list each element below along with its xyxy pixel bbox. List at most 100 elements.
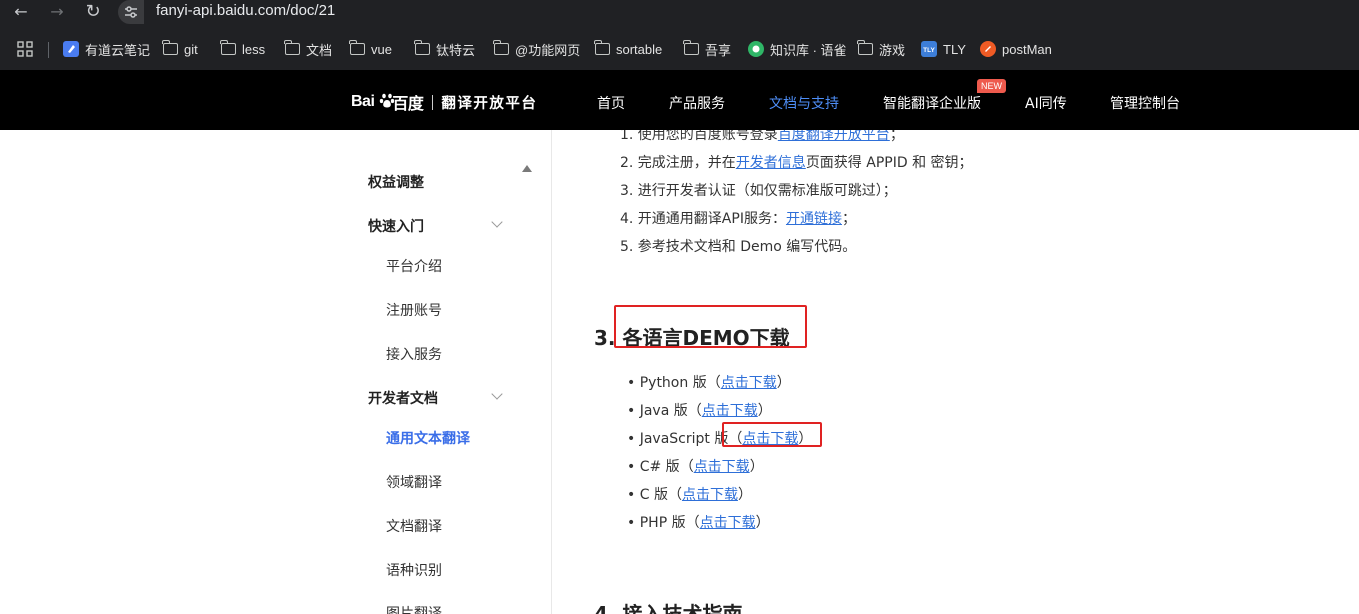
nav-enterprise[interactable]: 智能翻译企业版: [883, 93, 981, 113]
bookmark-tly[interactable]: TLY TLY: [921, 40, 966, 58]
download-link-java[interactable]: 点击下载: [702, 403, 758, 419]
bookmark-label: 钛特云: [436, 42, 476, 58]
download-link-php[interactable]: 点击下载: [700, 515, 756, 531]
demo-lang: PHP 版: [639, 515, 686, 531]
platform-title: 翻译开放平台: [441, 95, 538, 112]
demo-python: • Python 版（点击下载）: [627, 372, 791, 392]
bookmarks-separator: [48, 42, 49, 58]
paren: （: [685, 515, 700, 531]
highlight-box-heading: [614, 305, 807, 348]
bookmark-postman[interactable]: postMan: [980, 40, 1052, 58]
svg-text:TLY: TLY: [923, 47, 935, 54]
bookmark-git[interactable]: git: [162, 40, 198, 58]
folder-icon: [414, 40, 430, 55]
step-text: 5. 参考技术文档和 Demo 编写代码。: [620, 239, 857, 255]
bookmark-games[interactable]: 游戏: [857, 40, 906, 58]
sidebar-item-rights[interactable]: 权益调整: [368, 172, 424, 192]
paren: ）: [757, 403, 772, 419]
developer-info-link[interactable]: 开发者信息: [736, 155, 806, 171]
section-4-heading: 4. 接入技术指南: [594, 602, 743, 614]
paren: （: [679, 459, 694, 475]
folder-icon: [162, 40, 178, 55]
new-badge: NEW: [977, 79, 1006, 93]
nav-home[interactable]: 首页: [597, 93, 625, 113]
bookmark-wuxiang[interactable]: 吾享: [683, 40, 731, 58]
paren: （: [667, 487, 682, 503]
step-2: 2. 完成注册，并在开发者信息页面获得 APPID 和 密钥；: [620, 152, 973, 172]
logo-bai-text: Bai: [351, 93, 375, 110]
bookmark-label: less: [242, 41, 266, 57]
sidebar-item-language-detection[interactable]: 语种识别: [386, 560, 442, 580]
bookmark-taiteyun[interactable]: 钛特云: [414, 40, 476, 58]
address-bar[interactable]: fanyi-api.baidu.com/doc/21: [156, 2, 335, 19]
download-link-c[interactable]: 点击下载: [682, 487, 738, 503]
sidebar-item-platform-intro[interactable]: 平台介绍: [386, 256, 442, 276]
bookmark-vue[interactable]: vue: [349, 40, 392, 58]
bookmark-label: 有道云笔记: [85, 42, 151, 58]
nav-docs-support[interactable]: 文档与支持: [769, 93, 839, 113]
bookmark-feature-pages[interactable]: @功能网页: [493, 40, 581, 58]
bookmark-label: 文档: [306, 42, 333, 58]
back-arrow-icon[interactable]: ←: [12, 3, 30, 21]
yuque-icon: [748, 41, 764, 57]
nav-console[interactable]: 管理控制台: [1110, 93, 1180, 113]
baidu-logo[interactable]: Bai 百度 翻译开放平台: [351, 91, 537, 113]
sidebar-item-access-service[interactable]: 接入服务: [386, 344, 442, 364]
sidebar-item-image-translation[interactable]: 图片翻译: [386, 603, 442, 614]
paren: ）: [776, 375, 791, 391]
folder-icon: [284, 40, 300, 55]
section-number: 3.: [594, 326, 616, 350]
folder-icon: [349, 40, 365, 55]
activate-link[interactable]: 开通链接: [786, 211, 842, 227]
sidebar-item-text-translation[interactable]: 通用文本翻译: [386, 428, 470, 448]
paren: （: [706, 375, 721, 391]
step-5: 5. 参考技术文档和 Demo 编写代码。: [620, 236, 856, 256]
step-4: 4. 开通通用翻译API服务：开通链接；: [620, 208, 856, 228]
paren: ）: [755, 515, 770, 531]
folder-icon: [594, 40, 610, 55]
bookmark-label: git: [184, 41, 198, 57]
sidebar-item-register[interactable]: 注册账号: [386, 300, 442, 320]
sidebar-item-quickstart[interactable]: 快速入门: [368, 216, 424, 236]
nav-products[interactable]: 产品服务: [669, 93, 725, 113]
nav-ai-interpretation[interactable]: AI同传: [1025, 93, 1067, 113]
demo-lang: Java 版: [639, 403, 688, 419]
sidebar-item-doc-translation[interactable]: 文档翻译: [386, 516, 442, 536]
bookmark-label: @功能网页: [515, 42, 581, 58]
demo-csharp: • C# 版（点击下载）: [627, 456, 764, 476]
bookmark-docs[interactable]: 文档: [284, 40, 333, 58]
bookmark-label: TLY: [943, 41, 966, 57]
site-settings-icon[interactable]: [118, 0, 144, 24]
bookmark-youdao[interactable]: 有道云笔记: [63, 40, 150, 58]
reload-icon[interactable]: ↻: [84, 3, 102, 21]
step-3: 3. 进行开发者认证（如仅需标准版可跳过）；: [620, 180, 897, 200]
sidebar-item-domain-translation[interactable]: 领域翻译: [386, 472, 442, 492]
download-link-csharp[interactable]: 点击下载: [694, 459, 750, 475]
paren: （: [687, 403, 702, 419]
logo-divider: [432, 94, 434, 110]
sidebar-item-dev-docs[interactable]: 开发者文档: [368, 388, 438, 408]
paren: ）: [737, 487, 752, 503]
folder-icon: [683, 40, 699, 55]
forward-arrow-icon[interactable]: →: [48, 3, 66, 21]
bookmark-sortable[interactable]: sortable: [594, 40, 662, 58]
doc-sidebar: [351, 130, 552, 614]
bookmark-label: postMan: [1002, 41, 1052, 57]
bookmark-yuque[interactable]: 知识库 · 语雀: [748, 40, 847, 58]
bookmark-label: 游戏: [879, 42, 906, 58]
bullet: •: [627, 487, 636, 503]
download-link-python[interactable]: 点击下载: [721, 375, 777, 391]
folder-icon: [493, 40, 509, 55]
apps-grid-icon[interactable]: [17, 41, 33, 61]
bookmark-less[interactable]: less: [220, 40, 266, 58]
demo-java: • Java 版（点击下载）: [627, 400, 772, 420]
postman-icon: [980, 41, 996, 57]
paw-icon: [379, 92, 397, 114]
folder-icon: [220, 40, 236, 55]
scroll-up-arrow-icon[interactable]: [522, 165, 532, 172]
browser-chrome: ← → ↻ fanyi-api.baidu.com/doc/21 有道云笔记 g…: [0, 0, 1359, 70]
site-header: Bai 百度 翻译开放平台 首页 产品服务 文档与支持 智能翻译企业版 NEW …: [0, 70, 1359, 130]
youdao-note-icon: [63, 41, 79, 57]
bullet: •: [627, 459, 636, 475]
demo-c: • C 版（点击下载）: [627, 484, 752, 504]
